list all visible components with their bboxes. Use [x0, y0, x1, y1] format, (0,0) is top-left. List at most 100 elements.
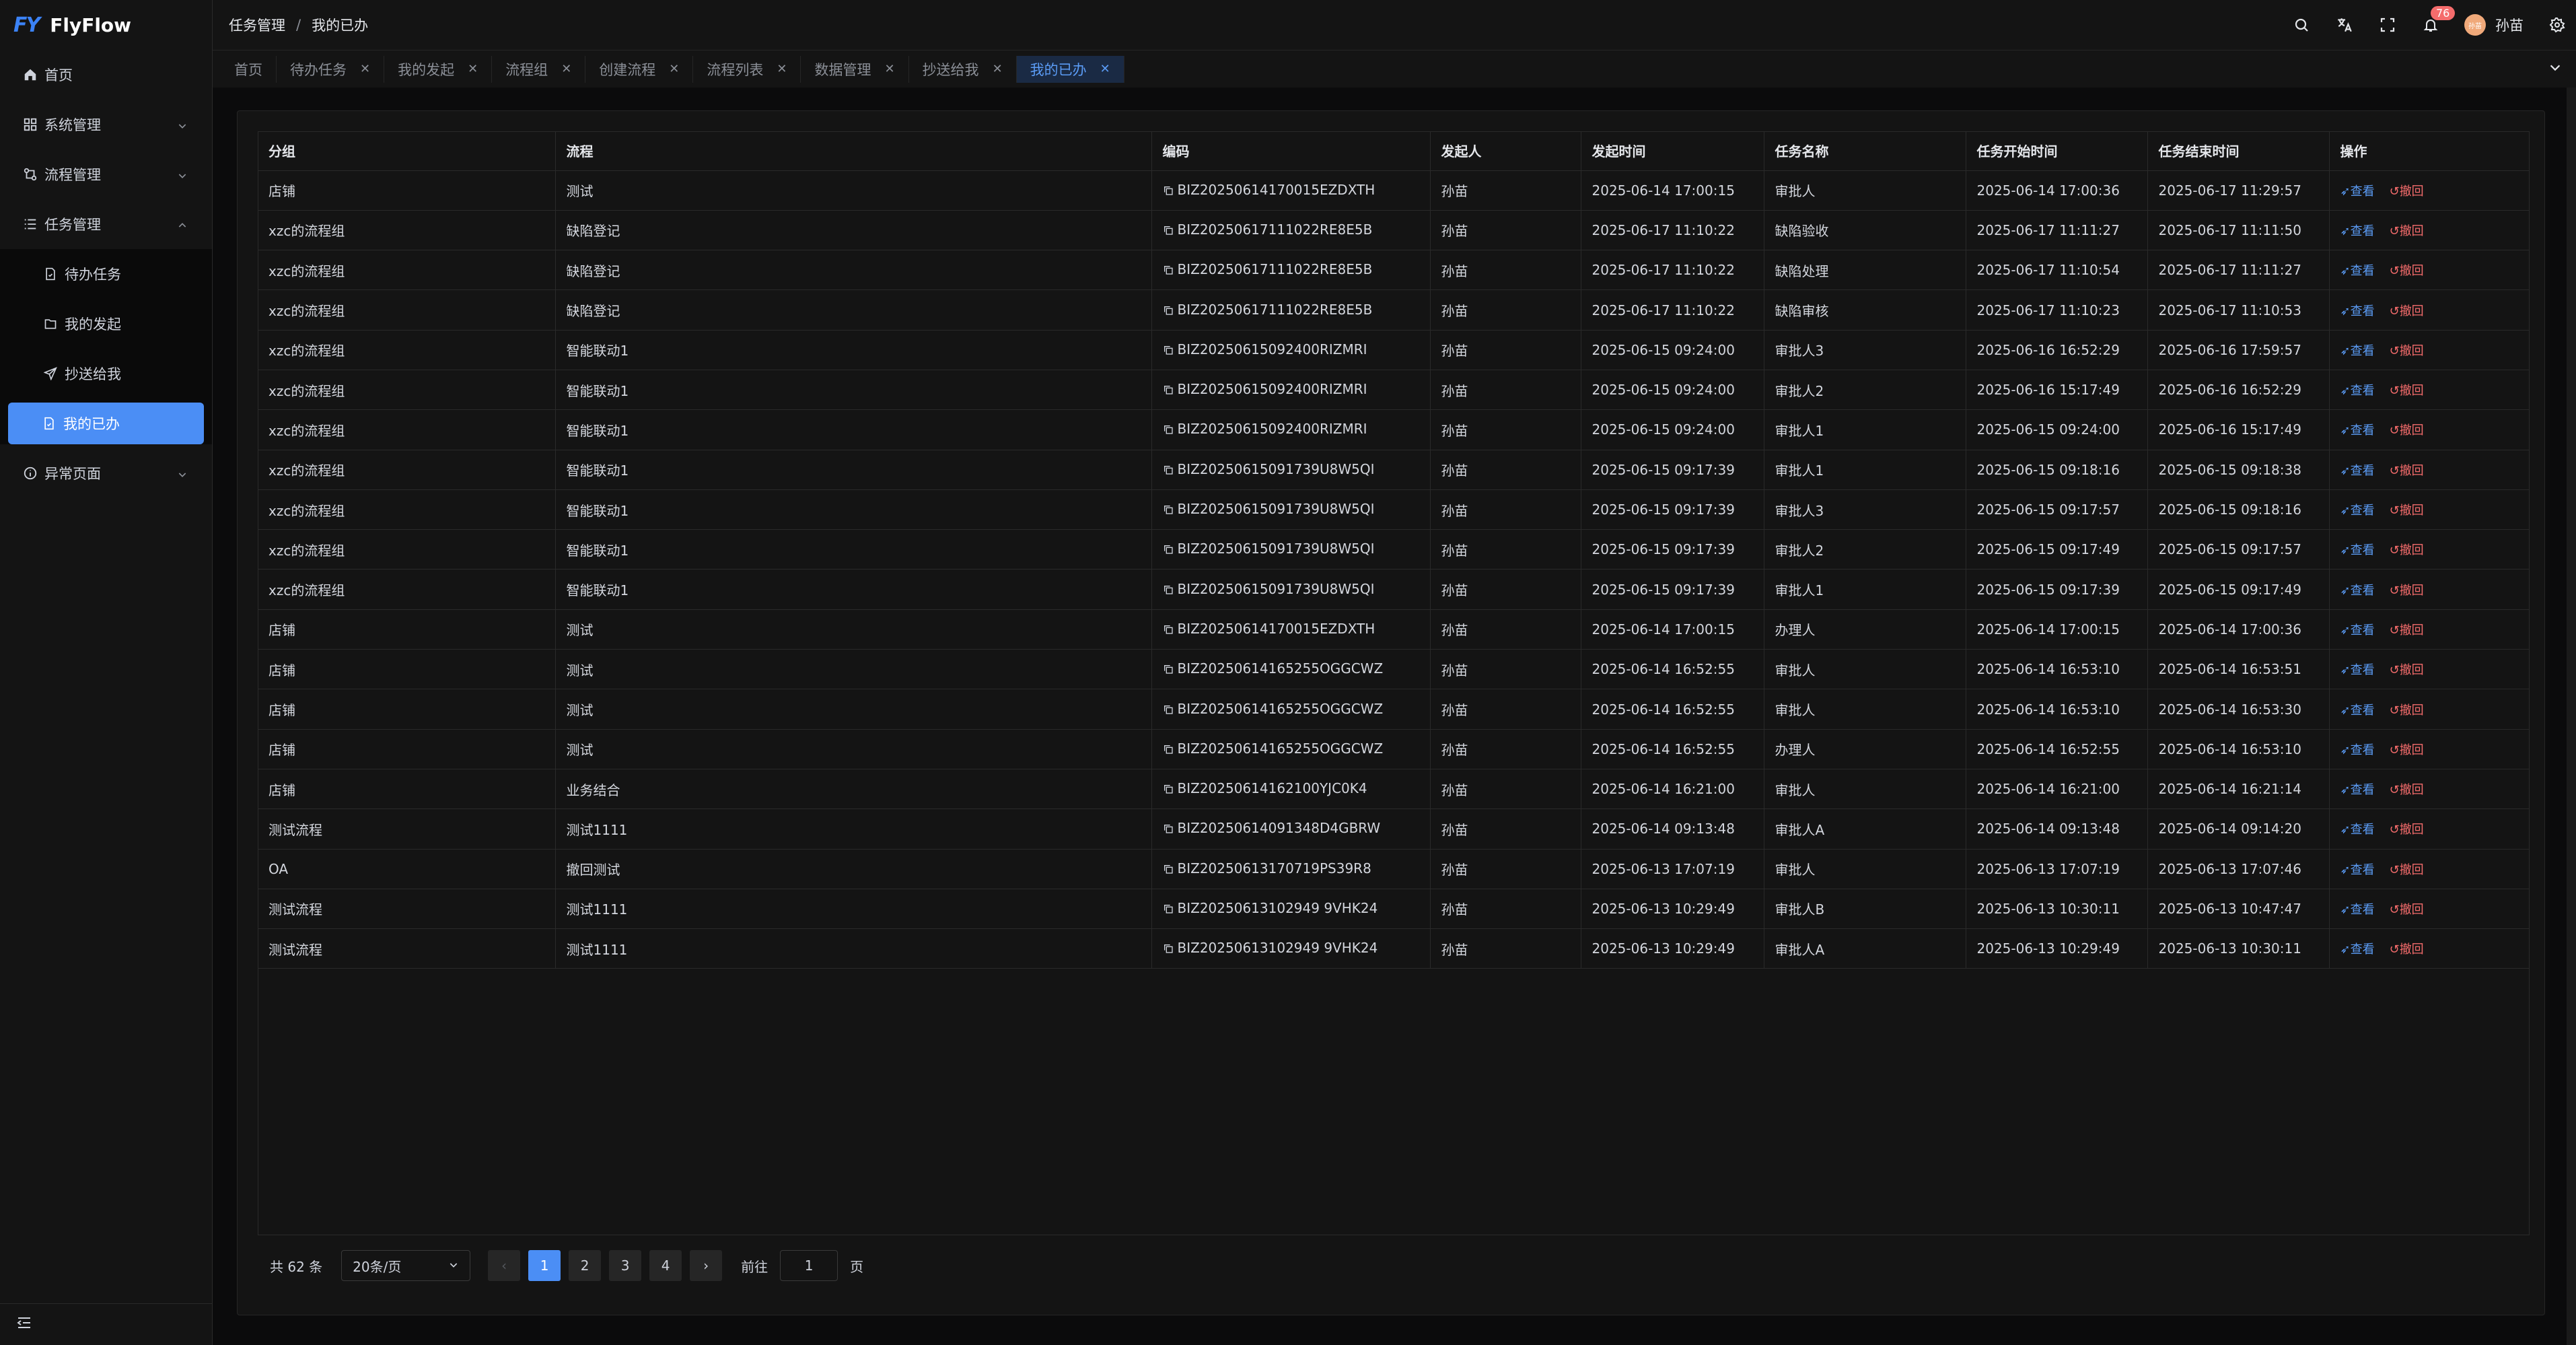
revoke-button[interactable]: ↺撤回 — [2390, 903, 2424, 917]
copy-icon[interactable] — [1163, 263, 1174, 279]
sidebar-item-task[interactable]: 任务管理 — [0, 199, 212, 249]
copy-icon[interactable] — [1163, 782, 1174, 798]
search-icon[interactable] — [2292, 15, 2311, 34]
page-button-1[interactable]: 1 — [528, 1250, 561, 1281]
copy-icon[interactable] — [1163, 742, 1174, 758]
settings-icon[interactable] — [2548, 15, 2567, 34]
sidebar-item-error[interactable]: 异常页面 — [0, 448, 212, 498]
revoke-button[interactable]: ↺撤回 — [2390, 184, 2424, 199]
close-icon[interactable]: ✕ — [993, 62, 1003, 76]
close-icon[interactable]: ✕ — [468, 62, 478, 76]
close-icon[interactable]: ✕ — [1100, 62, 1110, 76]
tab-data-management[interactable]: 数据管理 ✕ — [801, 55, 909, 83]
copy-icon[interactable] — [1163, 422, 1174, 438]
vertical-scrollbar[interactable] — [2567, 88, 2576, 1345]
view-button[interactable]: ➶查看 — [2340, 543, 2375, 557]
view-button[interactable]: ➶查看 — [2340, 863, 2375, 877]
sidebar-item-home[interactable]: 首页 — [0, 50, 212, 100]
copy-icon[interactable] — [1163, 821, 1174, 837]
revoke-button[interactable]: ↺撤回 — [2390, 584, 2424, 598]
breadcrumb-item[interactable]: 任务管理 — [229, 15, 285, 35]
bell-icon[interactable]: 76 — [2421, 6, 2456, 34]
revoke-button[interactable]: ↺撤回 — [2390, 504, 2424, 518]
revoke-button[interactable]: ↺撤回 — [2390, 663, 2424, 677]
copy-icon[interactable] — [1163, 542, 1174, 558]
copy-icon[interactable] — [1163, 582, 1174, 598]
prev-page-button[interactable]: ‹ — [488, 1250, 521, 1281]
copy-icon[interactable] — [1163, 462, 1174, 479]
copy-icon[interactable] — [1163, 303, 1174, 319]
view-button[interactable]: ➶查看 — [2340, 184, 2375, 199]
close-icon[interactable]: ✕ — [561, 62, 571, 76]
next-page-button[interactable]: › — [690, 1250, 723, 1281]
copy-icon[interactable] — [1163, 901, 1174, 918]
view-button[interactable]: ➶查看 — [2340, 903, 2375, 917]
revoke-button[interactable]: ↺撤回 — [2390, 743, 2424, 757]
user-menu[interactable]: 孙苗 孙苗 — [2464, 14, 2524, 36]
goto-page-input[interactable]: 1 — [780, 1250, 838, 1281]
copy-icon[interactable] — [1163, 862, 1174, 878]
view-button[interactable]: ➶查看 — [2340, 504, 2375, 518]
sidebar-item-started[interactable]: 我的发起 — [8, 299, 204, 349]
revoke-button[interactable]: ↺撤回 — [2390, 344, 2424, 358]
revoke-button[interactable]: ↺撤回 — [2390, 623, 2424, 637]
sidebar-item-system[interactable]: 系统管理 — [0, 100, 212, 149]
revoke-button[interactable]: ↺撤回 — [2390, 863, 2424, 877]
revoke-button[interactable]: ↺撤回 — [2390, 543, 2424, 557]
revoke-button[interactable]: ↺撤回 — [2390, 304, 2424, 318]
copy-icon[interactable] — [1163, 941, 1174, 957]
tab-process-group[interactable]: 流程组 ✕ — [492, 55, 586, 83]
page-button-4[interactable]: 4 — [649, 1250, 682, 1281]
close-icon[interactable]: ✕ — [669, 62, 679, 76]
tab-home[interactable]: 首页 — [221, 55, 277, 83]
tab-done[interactable]: 我的已办 ✕ — [1016, 55, 1124, 83]
revoke-button[interactable]: ↺撤回 — [2390, 224, 2424, 238]
page-button-3[interactable]: 3 — [609, 1250, 642, 1281]
copy-icon[interactable] — [1163, 183, 1174, 199]
view-button[interactable]: ➶查看 — [2340, 384, 2375, 398]
view-button[interactable]: ➶查看 — [2340, 304, 2375, 318]
revoke-button[interactable]: ↺撤回 — [2390, 384, 2424, 398]
fullscreen-icon[interactable] — [2378, 15, 2397, 34]
view-button[interactable]: ➶查看 — [2340, 743, 2375, 757]
copy-icon[interactable] — [1163, 223, 1174, 239]
app-logo[interactable]: FY FlyFlow — [0, 0, 212, 50]
revoke-button[interactable]: ↺撤回 — [2390, 423, 2424, 438]
close-icon[interactable]: ✕ — [360, 62, 370, 76]
view-button[interactable]: ➶查看 — [2340, 344, 2375, 358]
page-size-select[interactable]: 20条/页 — [341, 1250, 471, 1281]
revoke-button[interactable]: ↺撤回 — [2390, 264, 2424, 278]
copy-icon[interactable] — [1163, 662, 1174, 678]
copy-icon[interactable] — [1163, 382, 1174, 399]
chevron-down-icon[interactable] — [2548, 60, 2563, 78]
view-button[interactable]: ➶查看 — [2340, 264, 2375, 278]
copy-icon[interactable] — [1163, 343, 1174, 359]
view-button[interactable]: ➶查看 — [2340, 663, 2375, 677]
sidebar-item-done[interactable]: 我的已办 — [8, 403, 204, 444]
view-button[interactable]: ➶查看 — [2340, 224, 2375, 238]
revoke-button[interactable]: ↺撤回 — [2390, 703, 2424, 718]
copy-icon[interactable] — [1163, 502, 1174, 518]
revoke-button[interactable]: ↺撤回 — [2390, 823, 2424, 837]
copy-icon[interactable] — [1163, 702, 1174, 718]
close-icon[interactable]: ✕ — [884, 62, 894, 76]
translate-icon[interactable] — [2335, 15, 2354, 34]
sidebar-item-cc[interactable]: 抄送给我 — [8, 349, 204, 399]
tab-cc[interactable]: 抄送给我 ✕ — [909, 55, 1017, 83]
tab-create-process[interactable]: 创建流程 ✕ — [585, 55, 694, 83]
copy-icon[interactable] — [1163, 622, 1174, 638]
close-icon[interactable]: ✕ — [777, 62, 787, 76]
collapse-menu-icon[interactable] — [16, 1315, 32, 1334]
view-button[interactable]: ➶查看 — [2340, 423, 2375, 438]
sidebar-item-todo[interactable]: 待办任务 — [8, 249, 204, 299]
view-button[interactable]: ➶查看 — [2340, 584, 2375, 598]
revoke-button[interactable]: ↺撤回 — [2390, 783, 2424, 797]
revoke-button[interactable]: ↺撤回 — [2390, 942, 2424, 957]
view-button[interactable]: ➶查看 — [2340, 464, 2375, 478]
tab-process-list[interactable]: 流程列表 ✕ — [693, 55, 801, 83]
view-button[interactable]: ➶查看 — [2340, 703, 2375, 718]
sidebar-item-process[interactable]: 流程管理 — [0, 149, 212, 199]
view-button[interactable]: ➶查看 — [2340, 783, 2375, 797]
view-button[interactable]: ➶查看 — [2340, 823, 2375, 837]
tab-todo[interactable]: 待办任务 ✕ — [277, 55, 385, 83]
